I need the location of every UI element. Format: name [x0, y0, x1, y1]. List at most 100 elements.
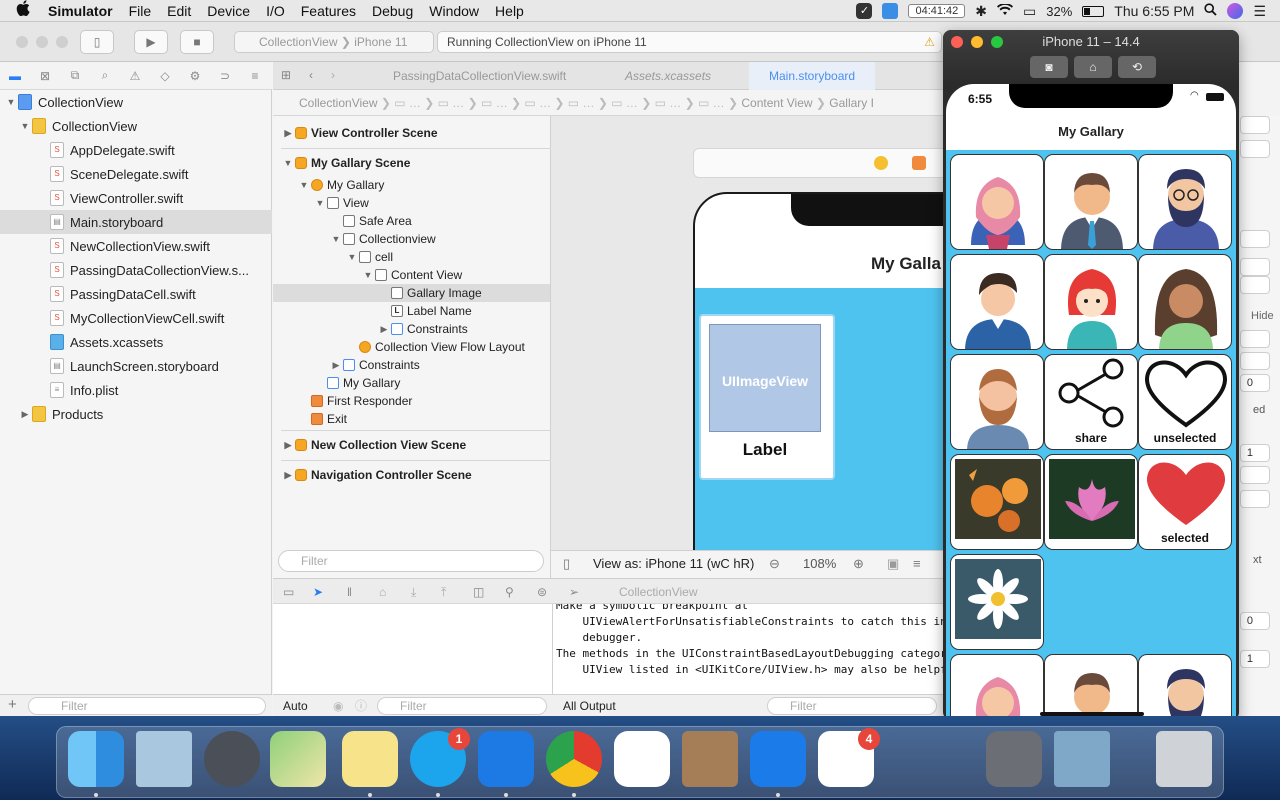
- stop-button[interactable]: ■: [180, 30, 214, 54]
- inspector-stepper-field[interactable]: 1: [1240, 444, 1270, 462]
- bluetooth-icon[interactable]: ✱: [975, 3, 987, 20]
- menu-features[interactable]: Features: [293, 0, 364, 22]
- issue-navigator-icon[interactable]: ⚠: [120, 69, 150, 83]
- pause-icon[interactable]: ‖: [347, 579, 352, 605]
- inspector-popup[interactable]: [1240, 258, 1270, 276]
- screenshot-button[interactable]: ◙: [1030, 56, 1068, 78]
- gallery-cell[interactable]: [950, 154, 1044, 250]
- outline-filter-field[interactable]: Filter: [278, 550, 544, 572]
- update-frames-icon[interactable]: ▣: [887, 551, 899, 577]
- breadcrumb-content-view[interactable]: Content View: [741, 96, 812, 110]
- clock[interactable]: Thu 6:55 PM: [1114, 3, 1194, 19]
- inspector-stepper-field[interactable]: 1: [1240, 650, 1270, 668]
- nav-item-file[interactable]: Assets.xcassets: [0, 330, 272, 354]
- gallery-cell[interactable]: [950, 254, 1044, 350]
- wifi-icon[interactable]: [997, 3, 1014, 19]
- view-controller-dock-icon[interactable]: [874, 156, 888, 170]
- maps-icon[interactable]: [270, 731, 326, 787]
- nav-item-file[interactable]: S MyCollectionViewCell.swift: [0, 306, 272, 330]
- jump-bar[interactable]: CollectionView ❯ ▭ … ❯ ▭ … ❯ ▭ … ❯ ▭ … ❯…: [273, 90, 943, 116]
- related-items-icon[interactable]: ⊞: [281, 68, 291, 82]
- nav-item-file[interactable]: S ViewController.swift: [0, 186, 272, 210]
- tab-passingdata-swift[interactable]: PassingDataCollectionView.swift: [373, 62, 603, 90]
- inspector-popup[interactable]: [1240, 490, 1270, 508]
- outline-item-selected[interactable]: Gallary Image: [273, 284, 550, 302]
- inspector-popup[interactable]: [1240, 140, 1270, 158]
- image-view-placeholder[interactable]: UIImageView: [709, 324, 821, 432]
- storyboard-canvas[interactable]: My Galla UIImageView Label: [551, 116, 943, 552]
- gallery-cell[interactable]: [950, 354, 1044, 450]
- inspector-popup[interactable]: [1240, 352, 1270, 370]
- apple-menu-icon[interactable]: [0, 0, 40, 22]
- inspector-popup[interactable]: [1240, 276, 1270, 294]
- outline-scene[interactable]: ▼ My Gallary Scene: [273, 154, 550, 172]
- window-minimize-button[interactable]: [36, 36, 48, 48]
- run-button[interactable]: ▶: [134, 30, 168, 54]
- airplay-icon[interactable]: ▭: [1023, 3, 1036, 20]
- trash-icon[interactable]: [1156, 731, 1212, 787]
- add-file-icon[interactable]: +: [8, 696, 17, 713]
- preview-icon[interactable]: [1054, 731, 1110, 787]
- outline-item[interactable]: ▼ Content View: [273, 266, 550, 284]
- inspector-popup[interactable]: [1240, 466, 1270, 484]
- battery-percent[interactable]: 32%: [1046, 4, 1072, 19]
- symbol-navigator-icon[interactable]: ⧉: [60, 68, 90, 83]
- navigator-toggle-button[interactable]: ▯: [80, 30, 114, 54]
- outline-item[interactable]: ▶ Constraints: [273, 356, 550, 374]
- battery-icon[interactable]: [1082, 5, 1105, 17]
- menu-edit[interactable]: Edit: [159, 0, 199, 22]
- window-close-button[interactable]: [16, 36, 28, 48]
- gallery-cell[interactable]: [1044, 154, 1138, 250]
- zoom-in-icon[interactable]: ⊕: [853, 551, 864, 577]
- inspector-popup[interactable]: [1240, 230, 1270, 248]
- memory-graph-icon[interactable]: ⚲: [505, 579, 514, 605]
- align-icon[interactable]: ≡: [913, 551, 921, 577]
- gallery-cell[interactable]: [950, 554, 1044, 650]
- test-navigator-icon[interactable]: ◇: [150, 69, 180, 83]
- nav-item-file[interactable]: ▤ LaunchScreen.storyboard: [0, 354, 272, 378]
- notes-icon[interactable]: [342, 731, 398, 787]
- outline-item[interactable]: L Label Name: [273, 302, 550, 320]
- debug-navigator-icon[interactable]: ⚙: [180, 69, 210, 83]
- outline-item[interactable]: Collection View Flow Layout: [273, 338, 550, 356]
- step-over-icon[interactable]: ⌂: [379, 579, 386, 605]
- outline-scene[interactable]: ▶ New Collection View Scene: [273, 436, 550, 454]
- view-hierarchy-icon[interactable]: ◫: [473, 579, 484, 605]
- breadcrumb-gallary-image[interactable]: Gallary I: [829, 96, 874, 110]
- gallery-cell[interactable]: [1138, 654, 1232, 720]
- gallery-cell[interactable]: [1138, 254, 1232, 350]
- nav-item-group[interactable]: ▶ Products: [0, 402, 272, 426]
- warning-icon[interactable]: ⚠: [924, 32, 935, 52]
- console-output[interactable]: Make a symbolic breakpoint at UIViewAler…: [553, 604, 943, 694]
- all-output-popup[interactable]: All Output: [563, 695, 616, 717]
- outline-item[interactable]: ▼ View: [273, 194, 550, 212]
- label-placeholder[interactable]: Label: [709, 440, 821, 460]
- instruments-icon[interactable]: [918, 731, 974, 787]
- check-icon[interactable]: ✓: [856, 3, 873, 19]
- app-menu-simulator[interactable]: Simulator: [40, 0, 121, 22]
- chrome-icon[interactable]: [546, 731, 602, 787]
- outline-item[interactable]: ▼ Collectionview: [273, 230, 550, 248]
- iphone-screen[interactable]: 6:55 ◠ My Gallary share unselected selec…: [946, 84, 1236, 720]
- spotlight-search-icon[interactable]: [1204, 3, 1218, 19]
- back-button[interactable]: ‹: [309, 68, 313, 82]
- inspector-popup[interactable]: [1240, 116, 1270, 134]
- system-preferences-icon[interactable]: [986, 731, 1042, 787]
- outline-item[interactable]: Exit: [273, 410, 550, 428]
- outline-item[interactable]: First Responder: [273, 392, 550, 410]
- hide-label[interactable]: Hide: [1251, 310, 1274, 322]
- notification-center-icon[interactable]: ☰: [1253, 3, 1266, 20]
- window-zoom-button[interactable]: [56, 36, 68, 48]
- menu-device[interactable]: Device: [199, 0, 258, 22]
- gallery-cell[interactable]: [950, 454, 1044, 550]
- auto-variables-popup[interactable]: Auto: [283, 695, 308, 717]
- siri-icon[interactable]: [1227, 3, 1244, 19]
- gallery-cell-selected[interactable]: selected: [1138, 454, 1232, 550]
- hide-debug-area-icon[interactable]: ▭: [283, 579, 294, 605]
- outline-scene[interactable]: ▶ Navigation Controller Scene: [273, 466, 550, 484]
- menu-window[interactable]: Window: [421, 0, 487, 22]
- outline-item[interactable]: ▼ My Gallary: [273, 176, 550, 194]
- first-responder-dock-icon[interactable]: [912, 156, 926, 170]
- device-config-toggle-icon[interactable]: ▯: [563, 551, 570, 577]
- inspector-stepper-field[interactable]: 0: [1240, 374, 1270, 392]
